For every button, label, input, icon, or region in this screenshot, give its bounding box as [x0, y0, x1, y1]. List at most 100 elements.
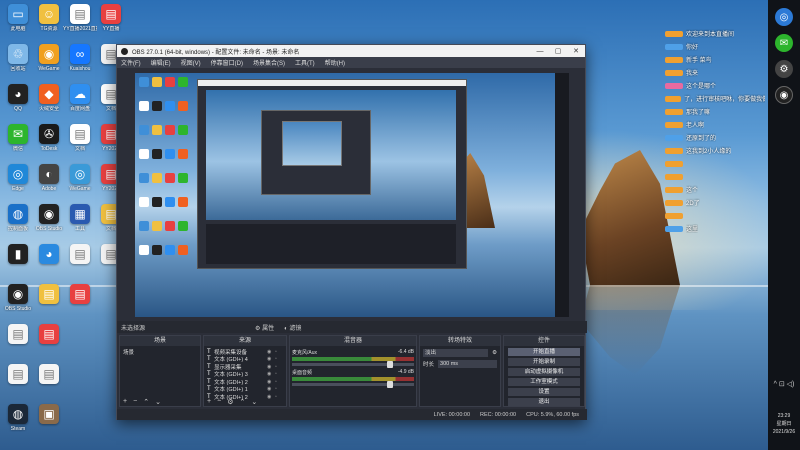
desktop-icon[interactable]: ▤ YY直播 — [95, 4, 127, 32]
desktop-icon[interactable]: ☺ TG资源 — [33, 4, 65, 32]
desktop-icon[interactable]: ♲ 回收站 — [2, 44, 34, 72]
chat-message-text: 还原到了的 — [686, 136, 717, 142]
move-up-icon[interactable]: ⌃ — [143, 398, 149, 406]
source-settings-icon[interactable]: ⚙ — [227, 398, 233, 406]
volume-meter — [292, 357, 414, 361]
filters-button[interactable]: ◐ 滤镜 — [284, 323, 301, 332]
obs-titlebar[interactable]: OBS 27.0.1 (64-bit, windows) - 配置文件: 未命名… — [117, 45, 585, 57]
desktop-icon[interactable]: ◎ Edge — [2, 164, 34, 192]
desktop-icon[interactable]: ◐ Adobe — [33, 164, 65, 192]
desktop-icon[interactable]: ◕ — [33, 244, 65, 266]
lock-icon[interactable]: ▫ — [275, 379, 283, 385]
add-source-button[interactable]: + — [207, 398, 211, 405]
transition-select[interactable]: 淡出 — [423, 349, 489, 357]
visibility-eye-icon[interactable]: ◉ — [267, 386, 275, 392]
obs-preview-canvas[interactable] — [135, 73, 569, 317]
desktop-icon[interactable]: ▤ — [64, 244, 96, 266]
system-tray[interactable]: ^ ⊡ ◁) — [768, 380, 800, 388]
desktop-icon[interactable]: ◍ Steam — [2, 404, 34, 432]
slider-knob[interactable] — [387, 361, 394, 368]
desktop-icon[interactable]: ◉ WeGame — [33, 44, 65, 72]
studio-mode-button[interactable]: 工作室模式 — [508, 378, 580, 386]
start-recording-button[interactable]: 开始录制 — [508, 358, 580, 366]
taskbar-clock[interactable]: 23:29 星期日 2021/9/26 — [768, 412, 800, 436]
user-badge — [665, 173, 683, 180]
edge-icon[interactable]: ◎ — [775, 8, 793, 26]
desktop-icon[interactable]: ◆ 火绒安全 — [33, 84, 65, 112]
desktop-icon[interactable]: ▤ — [33, 364, 65, 386]
remove-scene-button[interactable]: − — [133, 398, 137, 405]
duration-input[interactable]: 300 ms — [438, 360, 497, 368]
volume-slider[interactable] — [292, 381, 414, 388]
menu-file[interactable]: 文件(F) — [121, 58, 141, 67]
desktop-icon[interactable]: ▣ — [33, 404, 65, 426]
desktop-icon[interactable]: ▤ — [2, 324, 34, 346]
rec-timer: REC: 00:00:00 — [480, 411, 517, 418]
chat-message — [665, 212, 765, 219]
transition-settings-icon[interactable]: ⚙ — [492, 350, 497, 356]
start-streaming-button[interactable]: 开始直播 — [508, 348, 580, 356]
menu-help[interactable]: 帮助(H) — [325, 58, 345, 67]
settings-button[interactable]: 设置 — [508, 388, 580, 396]
obs-status-bar: LIVE: 00:00:00 REC: 00:00:00 CPU: 5.9%, … — [117, 409, 587, 420]
minimize-button[interactable]: — — [531, 48, 549, 55]
desktop-icon[interactable]: ◕ QQ — [2, 84, 34, 112]
obs-icon[interactable]: ◉ — [775, 86, 793, 104]
lock-icon[interactable]: ▫ — [275, 349, 283, 355]
desktop-icon[interactable]: ▤ YY直播2021直播 — [63, 4, 97, 32]
move-up-icon[interactable]: ⌃ — [239, 398, 245, 406]
properties-button[interactable]: ⚙ 属性 — [255, 323, 274, 332]
volume-slider[interactable] — [292, 361, 414, 368]
menu-edit[interactable]: 编辑(E) — [151, 58, 171, 67]
lock-icon[interactable]: ▫ — [275, 386, 283, 392]
desktop-icon[interactable]: ◎ WeGame — [64, 164, 96, 192]
desktop-icon[interactable]: ✉ 微信 — [2, 124, 34, 152]
desktop-icon-label: WeGame — [38, 66, 60, 72]
desktop-icon[interactable]: ▤ — [33, 324, 65, 346]
desktop-app-icon: ◎ — [8, 164, 28, 184]
menu-tools[interactable]: 工具(T) — [295, 58, 315, 67]
menu-docks[interactable]: 停靠窗口(D) — [211, 58, 243, 67]
desktop-icon[interactable]: ◉ OBS Studio — [33, 204, 65, 232]
desktop-icon[interactable]: ∞ Kuaishou — [64, 44, 96, 72]
start-virtual-camera-button[interactable]: 启动虚拟摄像机 — [508, 368, 580, 376]
desktop-icon[interactable]: ▤ — [64, 284, 96, 306]
lock-icon[interactable]: ▫ — [275, 371, 283, 377]
wechat-icon[interactable]: ✉ — [775, 34, 793, 52]
desktop-icon[interactable]: ◍ 控制面板 — [2, 204, 34, 232]
visibility-eye-icon[interactable]: ◉ — [267, 356, 275, 362]
chat-message: 这我到2小人缘的 — [665, 147, 765, 155]
desktop-app-icon: ▤ — [39, 364, 59, 384]
desktop-icon[interactable]: ▤ — [33, 284, 65, 306]
maximize-button[interactable]: ▢ — [549, 47, 567, 55]
slider-knob[interactable] — [387, 381, 394, 388]
desktop-app-icon: ♲ — [8, 44, 28, 64]
obs-window[interactable]: OBS 27.0.1 (64-bit, windows) - 配置文件: 未命名… — [116, 44, 587, 420]
lock-icon[interactable]: ▫ — [275, 356, 283, 362]
lock-icon[interactable]: ▫ — [275, 364, 283, 370]
menu-scene-collection[interactable]: 场景集合(S) — [253, 58, 285, 67]
desktop-icon[interactable]: ◉ OBS Studio — [2, 284, 34, 312]
desktop-icon[interactable]: ▤ 文档 — [64, 124, 96, 152]
move-down-icon[interactable]: ⌄ — [155, 398, 161, 406]
user-badge — [665, 147, 683, 154]
visibility-eye-icon[interactable]: ◉ — [267, 371, 275, 377]
add-scene-button[interactable]: + — [123, 398, 127, 405]
scene-item[interactable]: 场景 — [123, 348, 197, 356]
remove-source-button[interactable]: − — [217, 398, 221, 405]
visibility-eye-icon[interactable]: ◉ — [267, 349, 275, 355]
desktop-icon[interactable]: ▦ 工具 — [64, 204, 96, 232]
desktop-icon[interactable]: ▤ — [2, 364, 34, 386]
desktop-icon[interactable]: ▮ — [2, 244, 34, 266]
close-button[interactable]: ✕ — [567, 47, 585, 55]
desktop-icon[interactable]: ☁ 百度网盘 — [64, 84, 96, 112]
move-down-icon[interactable]: ⌄ — [251, 398, 257, 406]
visibility-eye-icon[interactable]: ◉ — [267, 364, 275, 370]
exit-button[interactable]: 退出 — [508, 398, 580, 406]
desktop-icon-label: 火绒安全 — [38, 106, 59, 112]
menu-view[interactable]: 视图(V) — [181, 58, 201, 67]
desktop-icon[interactable]: ✇ ToDesk — [33, 124, 65, 152]
desktop-icon[interactable]: ▭ 此电脑 — [2, 4, 34, 32]
settings-icon[interactable]: ⚙ — [775, 60, 793, 78]
visibility-eye-icon[interactable]: ◉ — [267, 379, 275, 385]
